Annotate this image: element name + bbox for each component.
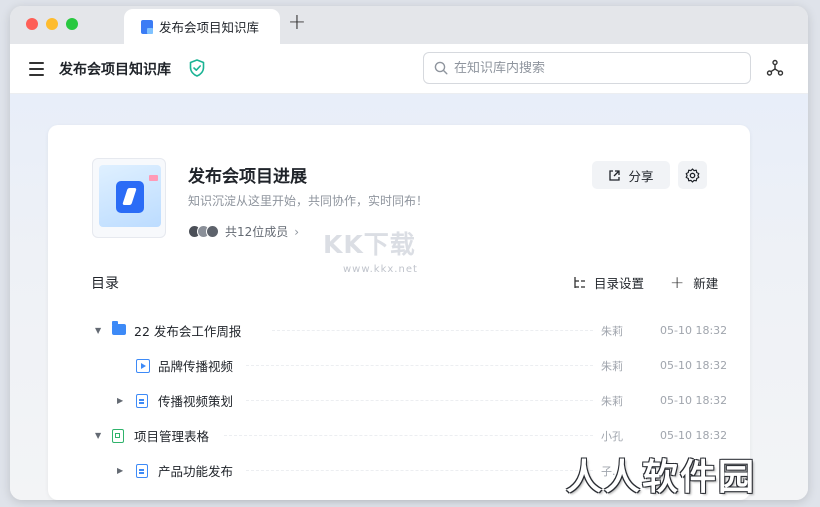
- graph-icon[interactable]: [766, 59, 784, 77]
- maximize-window-button[interactable]: [66, 18, 78, 30]
- doc-icon: [136, 394, 148, 408]
- space-description: 知识沉淀从这里开始，共同协作，实时同布！: [188, 194, 429, 208]
- tab-knowledge-base[interactable]: 发布会项目知识库: [124, 9, 280, 44]
- sheet-icon: [112, 429, 124, 443]
- caret-right-icon[interactable]: ▶: [117, 396, 123, 405]
- title-bar: 发布会项目知识库 +: [10, 6, 808, 44]
- row-divider: [246, 400, 593, 401]
- menu-icon[interactable]: [29, 62, 44, 76]
- toc-row-label: 22 发布会工作周报: [134, 324, 242, 339]
- toc-row-time: 05-10 18:32: [660, 324, 728, 337]
- search-icon: [434, 61, 448, 75]
- space-card: 发布会项目进展 知识沉淀从这里开始，共同协作，实时同布！ 共12位成员 › 分享…: [48, 125, 750, 500]
- new-button[interactable]: + 新建: [670, 273, 718, 292]
- toc-row[interactable]: 品牌传播视频 朱莉 05-10 18:32: [48, 348, 750, 383]
- tree-settings-icon: [574, 277, 585, 288]
- toc-row-owner: 小孔: [601, 429, 623, 443]
- toc-settings-button[interactable]: 目录设置: [573, 273, 644, 292]
- search-input[interactable]: [454, 60, 724, 76]
- space-cover[interactable]: [92, 158, 166, 238]
- toc-title: 目录: [91, 276, 119, 292]
- close-window-button[interactable]: [26, 18, 38, 30]
- caret-down-icon[interactable]: ▼: [95, 326, 101, 335]
- members-count: 共12位成员: [225, 225, 289, 239]
- shield-check-icon[interactable]: [189, 59, 205, 77]
- doc-icon: [141, 19, 153, 34]
- new-tab-button[interactable]: +: [286, 12, 308, 34]
- toolbar: 发布会项目知识库: [10, 44, 808, 94]
- doc-icon: [136, 464, 148, 478]
- toc-row-label: 项目管理表格: [134, 429, 210, 444]
- toc-row-time: 05-10 18:32: [660, 429, 728, 442]
- toc-row-owner: 朱莉: [601, 359, 623, 373]
- toc-row-owner: 朱莉: [601, 324, 623, 338]
- tab-label: 发布会项目知识库: [159, 20, 260, 35]
- chevron-right-icon: ›: [294, 224, 300, 239]
- search-box[interactable]: [423, 52, 751, 84]
- watermark-kk-url: www.kkx.net: [343, 264, 418, 275]
- toc-row-label: 品牌传播视频: [158, 359, 234, 374]
- row-divider: [272, 330, 593, 331]
- gear-icon: [685, 167, 700, 183]
- folder-icon: [112, 321, 126, 335]
- row-divider: [246, 470, 593, 471]
- members-link[interactable]: 共12位成员 ›: [188, 223, 299, 240]
- cover-image: [99, 165, 161, 227]
- plus-icon: +: [670, 272, 685, 293]
- caret-down-icon[interactable]: ▼: [95, 431, 101, 440]
- avatar: [206, 225, 219, 238]
- toc-row-label: 传播视频策划: [158, 394, 234, 409]
- watermark-kk: KK下载: [323, 230, 416, 259]
- page-title: 发布会项目知识库: [59, 62, 171, 78]
- member-avatars: [188, 225, 219, 238]
- minimize-window-button[interactable]: [46, 18, 58, 30]
- toc-row-owner: 朱莉: [601, 394, 623, 408]
- toc-row[interactable]: ▶ 传播视频策划 朱莉 05-10 18:32: [48, 383, 750, 418]
- caret-right-icon[interactable]: ▶: [117, 466, 123, 475]
- toc-settings-label: 目录设置: [594, 276, 645, 291]
- toc-row[interactable]: ▼ 22 发布会工作周报 朱莉 05-10 18:32: [48, 313, 750, 348]
- tag-icon: [149, 175, 158, 181]
- row-divider: [246, 365, 593, 366]
- toc-row-time: 05-10 18:32: [660, 394, 728, 407]
- app-logo-icon: [116, 181, 144, 213]
- settings-button[interactable]: [678, 161, 707, 189]
- video-icon: [136, 359, 150, 373]
- share-button[interactable]: 分享: [592, 161, 670, 189]
- toc-row-label: 产品功能发布: [158, 464, 234, 479]
- new-label: 新建: [693, 276, 719, 291]
- toc-row-time: 05-10 18:32: [660, 359, 728, 372]
- row-divider: [224, 435, 593, 436]
- share-label: 分享: [628, 168, 654, 184]
- share-icon: [609, 169, 621, 181]
- space-name: 发布会项目进展: [188, 167, 307, 187]
- watermark-rrsoft: 人人软件园: [566, 457, 757, 498]
